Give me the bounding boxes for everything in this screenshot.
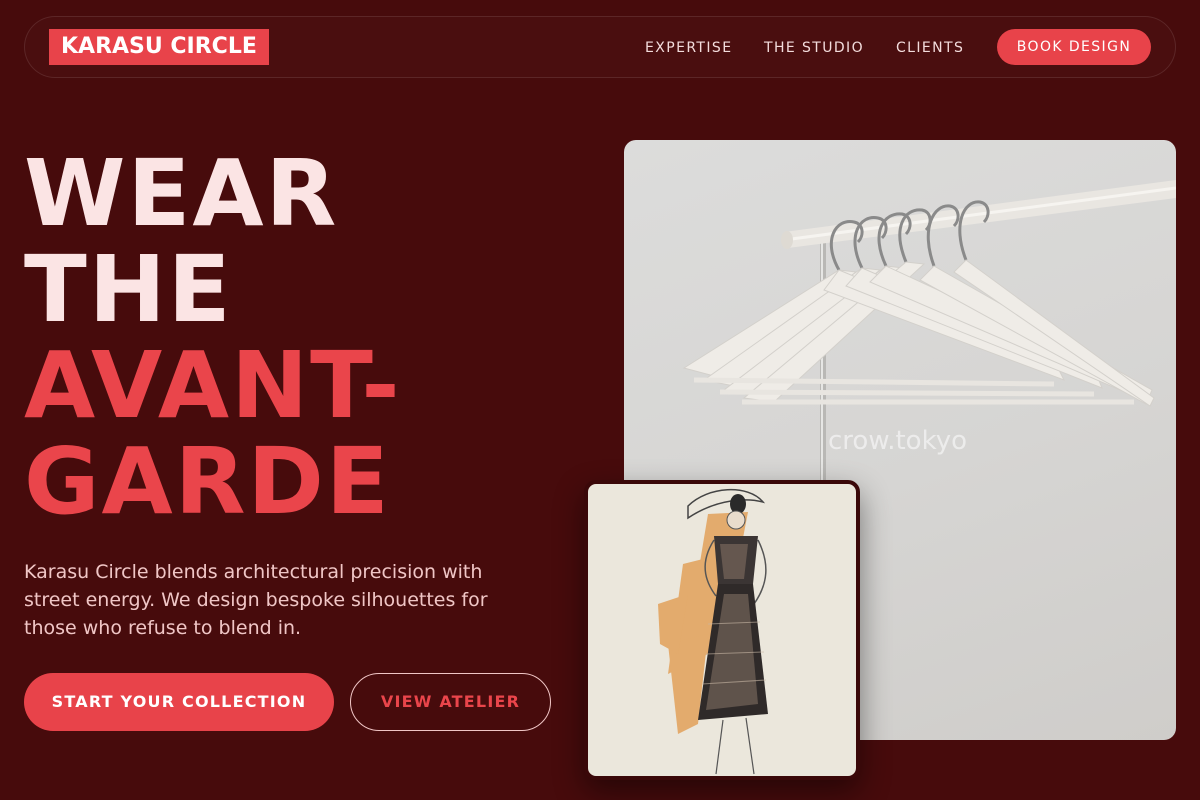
hero-title-line-1: WEAR (24, 140, 339, 247)
hero-title-line-3: AVANT- (24, 332, 402, 439)
book-design-button[interactable]: BOOK DESIGN (997, 29, 1151, 65)
hero-description: Karasu Circle blends architectural preci… (24, 561, 488, 639)
start-collection-button[interactable]: START YOUR COLLECTION (24, 673, 334, 731)
dress-sketch-illustration (658, 489, 768, 775)
hero-title-line-2: THE (24, 236, 233, 343)
hero-title: WEAR THE AVANT- GARDE (24, 146, 402, 530)
fashion-sketch-photo (584, 480, 860, 780)
photo-watermark: crow.tokyo (828, 426, 967, 456)
hero-title-line-4: GARDE (24, 428, 391, 535)
view-atelier-button[interactable]: VIEW ATELIER (350, 673, 551, 731)
nav-link-the-studio[interactable]: THE STUDIO (764, 39, 864, 57)
top-navigation: KARASU CIRCLE EXPERTISE THE STUDIO CLIEN… (24, 16, 1176, 78)
nav-link-expertise[interactable]: EXPERTISE (645, 39, 732, 57)
nav-link-clients[interactable]: CLIENTS (896, 39, 964, 57)
brand-logo[interactable]: KARASU CIRCLE (49, 29, 269, 65)
